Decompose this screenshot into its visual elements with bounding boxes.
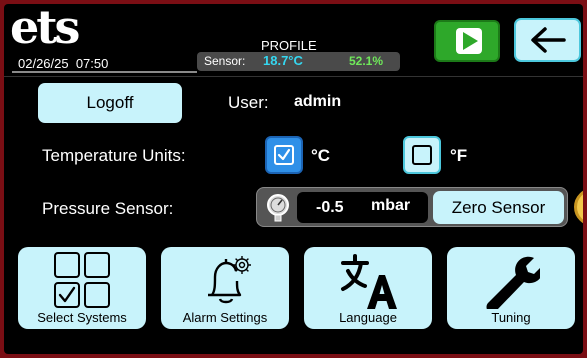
alarm-settings-label: Alarm Settings [182,310,268,325]
profile-label: PROFILE [261,38,317,53]
language-icon [341,254,397,309]
alarm-settings-button[interactable]: Alarm Settings [161,247,289,329]
content-divider [4,76,583,77]
alarm-bell-icon [208,256,251,304]
datetime-display: 02/26/25 07:50 [18,56,109,71]
fahrenheit-checkbox[interactable] [403,136,441,174]
select-systems-icon [54,252,110,308]
back-arrow-icon [531,27,566,53]
temperature-units-label: Temperature Units: [42,146,186,165]
select-systems-button[interactable]: Select Systems [18,247,146,329]
language-label: Language [339,310,397,325]
sensor-temperature: 18.7°C [263,53,303,68]
tuning-label: Tuning [491,310,531,325]
pressure-value-display: -0.5 mbar [297,192,428,223]
pressure-value: -0.5 [316,199,344,216]
pressure-unit: mbar [371,197,411,214]
header-divider [12,71,197,73]
celsius-label: °C [311,146,331,165]
ets-logo: ets [10,4,80,54]
play-button[interactable] [434,20,500,62]
fahrenheit-label: °F [450,146,468,165]
language-button[interactable]: Language [304,247,432,329]
side-indicator [574,188,583,226]
user-label: User: [228,93,269,112]
sensor-label: Sensor: [204,54,246,68]
wrench-icon [486,256,540,309]
play-icon [456,28,482,54]
sensor-humidity: 52.1% [349,54,384,68]
select-systems-label: Select Systems [37,310,127,325]
user-name: admin [294,93,342,110]
gauge-icon [267,194,289,222]
sensor-readout: Sensor: 18.7°C 52.1% [197,52,400,71]
checkbox-empty-icon [412,145,432,165]
back-button[interactable] [514,18,581,62]
app-screen: ets 02/26/25 07:50 PROFILE Sensor: 18.7°… [4,4,583,354]
celsius-checkbox[interactable] [265,136,303,174]
pressure-panel: -0.5 mbar Zero Sensor [256,187,568,227]
pressure-sensor-label: Pressure Sensor: [42,199,174,218]
zero-sensor-button[interactable]: Zero Sensor [433,191,564,224]
checkbox-checked-icon [274,145,294,165]
logoff-button[interactable]: Logoff [38,83,182,123]
tuning-button[interactable]: Tuning [447,247,575,329]
